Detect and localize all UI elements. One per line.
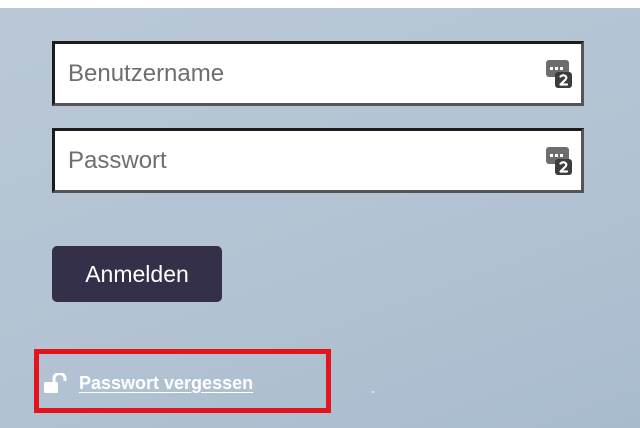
forgot-password-label[interactable]: Passwort vergessen [79,373,253,394]
password-input[interactable] [55,131,581,190]
forgot-password-link[interactable]: Passwort vergessen [44,370,253,396]
password-manager-key-icon[interactable] [545,59,573,89]
stray-dot [372,391,374,393]
username-field[interactable] [52,41,584,106]
top-edge [0,0,640,8]
login-button[interactable]: Anmelden [52,246,222,302]
password-manager-key-icon[interactable] [545,146,573,176]
unlock-icon [44,373,67,393]
username-input[interactable] [55,44,581,103]
password-field[interactable] [52,128,584,193]
